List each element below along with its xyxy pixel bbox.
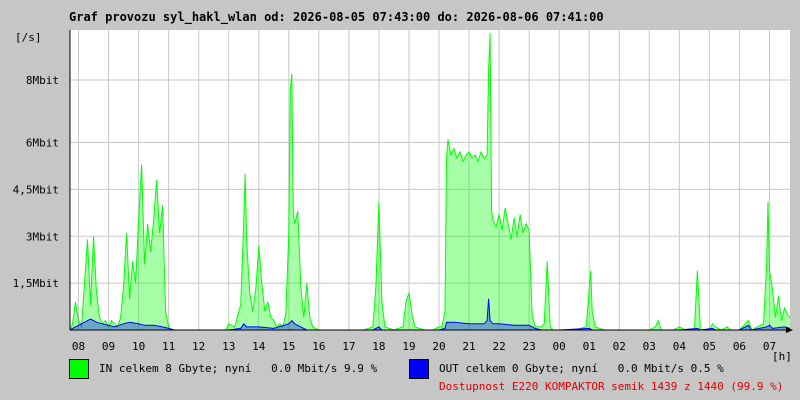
legend-in-text: IN celkem 8 Gbyte; nyní 0.0 Mbit/s 9.9 % (99, 362, 378, 375)
x-tick-label: 16 (312, 340, 325, 353)
x-tick-label: 20 (432, 340, 445, 353)
x-tick-label: 13 (222, 340, 235, 353)
x-tick-label: 18 (372, 340, 385, 353)
x-tick-label: 14 (252, 340, 266, 353)
x-tick-label: 15 (282, 340, 295, 353)
availability-note: Dostupnost E220 KOMPAKTOR semik 1439 z 1… (439, 380, 784, 393)
x-tick-label: 05 (703, 340, 716, 353)
x-tick-label: 12 (192, 340, 205, 353)
x-tick-label: 01 (583, 340, 596, 353)
x-tick-label: 11 (162, 340, 175, 353)
x-tick-label: 03 (643, 340, 656, 353)
x-tick-label: 08 (72, 340, 85, 353)
legend-in-swatch (69, 359, 89, 379)
x-tick-label: 09 (102, 340, 115, 353)
x-tick-label: 17 (342, 340, 355, 353)
plot-area (70, 30, 790, 330)
y-tick-label: 1,5Mbit (13, 277, 59, 290)
x-tick-label: 10 (132, 340, 145, 353)
x-tick-label: 21 (462, 340, 475, 353)
chart-svg: 08 09 10 11 12 13 14 15 16 17 18 19 20 21 22 23 00 01 02 03… (13, 30, 793, 363)
x-tick-label: 06 (733, 340, 746, 353)
legend-out-swatch (409, 359, 429, 379)
y-tick-label: 8Mbit (26, 74, 59, 87)
y-tick-label: 6Mbit (26, 137, 59, 150)
y-tick-label: 3Mbit (26, 230, 59, 243)
x-tick-label: 02 (613, 340, 626, 353)
y-tick-label: 4,5Mbit (13, 183, 59, 196)
x-tick-label: 19 (402, 340, 415, 353)
x-tick-label: 04 (673, 340, 687, 353)
x-tick-label: 23 (523, 340, 536, 353)
legend-out-text: OUT celkem 0 Gbyte; nyní 0.0 Mbit/s 0.5 … (439, 362, 724, 375)
x-tick-label: 00 (553, 340, 566, 353)
x-axis-unit-label: [h] (772, 350, 792, 363)
x-tick-label: 22 (492, 340, 505, 353)
chart-stage: Graf provozu syl_hakl_wlan od: 2026-08-0… (0, 0, 800, 400)
